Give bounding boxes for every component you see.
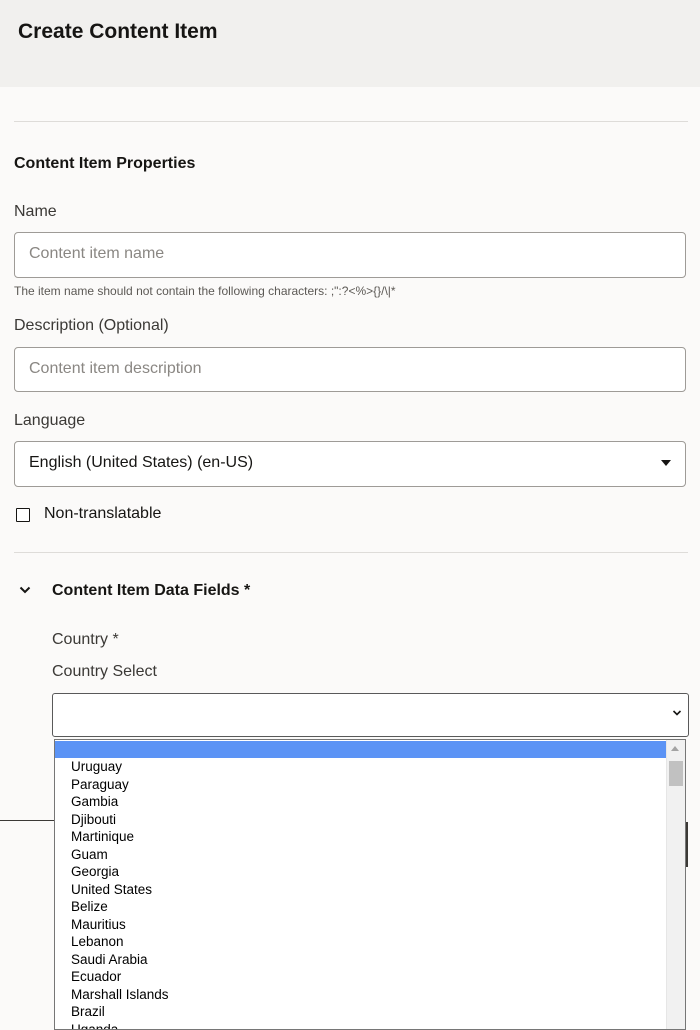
caret-down-icon	[661, 460, 671, 466]
non-translatable-checkbox[interactable]	[16, 508, 30, 522]
dropdown-option[interactable]: Saudi Arabia	[55, 952, 666, 970]
divider	[14, 552, 688, 553]
dropdown-option[interactable]: Marshall Islands	[55, 987, 666, 1005]
scroll-up-icon[interactable]	[671, 746, 679, 751]
name-hint: The item name should not contain the fol…	[14, 284, 396, 298]
dropdown-option[interactable]: Djibouti	[55, 812, 666, 830]
chevron-down-icon[interactable]	[19, 584, 31, 596]
country-dropdown-list[interactable]: Uruguay Paraguay Gambia Djibouti Martinique G…	[54, 739, 686, 1030]
dropdown-option[interactable]: Uganda	[55, 1022, 666, 1030]
page-title: Create Content Item	[18, 20, 218, 43]
dropdown-option[interactable]: Gambia	[55, 794, 666, 812]
dropdown-options: Uruguay Paraguay Gambia Djibouti Martinique G…	[55, 759, 666, 1030]
dropdown-option[interactable]: Martinique	[55, 829, 666, 847]
scrollbar-thumb[interactable]	[669, 761, 683, 786]
divider	[14, 121, 688, 122]
chevron-down-icon	[672, 710, 682, 716]
data-fields-section-title[interactable]: Content Item Data Fields *	[52, 582, 250, 600]
dropdown-option[interactable]: Brazil	[55, 1004, 666, 1022]
dropdown-selected-option[interactable]	[55, 741, 666, 758]
dropdown-scrollbar[interactable]	[666, 740, 685, 1029]
dropdown-option[interactable]: Paraguay	[55, 777, 666, 795]
dropdown-option[interactable]: Ecuador	[55, 969, 666, 987]
dropdown-option[interactable]: Mauritius	[55, 917, 666, 935]
name-label: Name	[14, 203, 57, 220]
language-select[interactable]: English (United States) (en-US)	[14, 441, 686, 487]
country-select[interactable]	[52, 693, 689, 737]
properties-section-title: Content Item Properties	[14, 155, 196, 172]
description-placeholder: Content item description	[29, 360, 202, 377]
description-input[interactable]: Content item description	[14, 347, 686, 392]
language-value: English (United States) (en-US)	[29, 454, 254, 471]
page-header: Create Content Item	[0, 0, 700, 87]
country-select-label: Country Select	[52, 663, 157, 680]
language-label: Language	[14, 412, 86, 429]
dropdown-option[interactable]: United States	[55, 882, 666, 900]
dropdown-option[interactable]: Lebanon	[55, 934, 666, 952]
name-placeholder: Content item name	[29, 245, 165, 262]
description-label: Description (Optional)	[14, 317, 169, 334]
country-label: Country *	[52, 631, 119, 648]
dropdown-option[interactable]: Belize	[55, 899, 666, 917]
background-line	[0, 820, 56, 821]
non-translatable-label[interactable]: Non-translatable	[44, 505, 161, 523]
dropdown-option[interactable]: Uruguay	[55, 759, 666, 777]
name-input[interactable]: Content item name	[14, 232, 686, 278]
dropdown-option[interactable]: Guam	[55, 847, 666, 865]
dropdown-option[interactable]: Georgia	[55, 864, 666, 882]
